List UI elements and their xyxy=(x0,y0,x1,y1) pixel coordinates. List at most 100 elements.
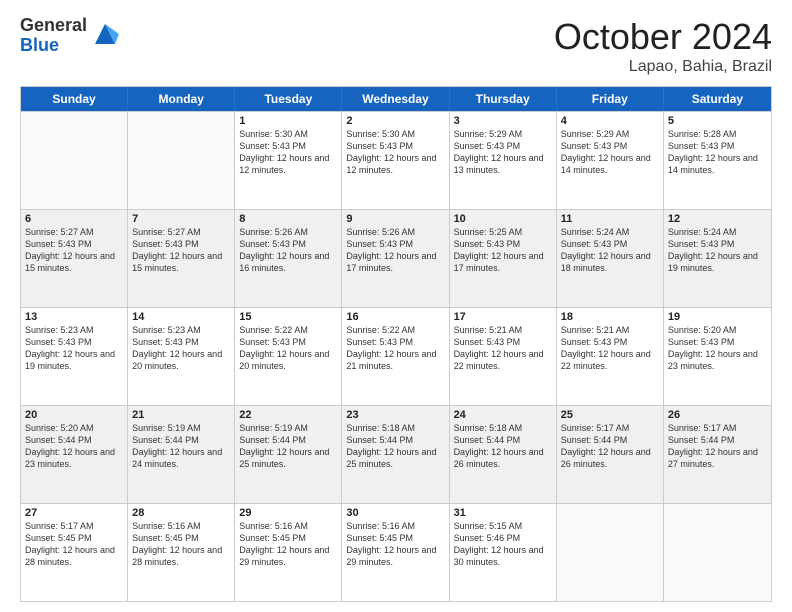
cal-cell: 28Sunrise: 5:16 AM Sunset: 5:45 PM Dayli… xyxy=(128,504,235,601)
logo: General Blue xyxy=(20,16,119,56)
day-info: Sunrise: 5:18 AM Sunset: 5:44 PM Dayligh… xyxy=(346,422,444,471)
cal-cell: 11Sunrise: 5:24 AM Sunset: 5:43 PM Dayli… xyxy=(557,210,664,307)
cal-cell: 4Sunrise: 5:29 AM Sunset: 5:43 PM Daylig… xyxy=(557,112,664,209)
day-number: 8 xyxy=(239,213,337,225)
day-info: Sunrise: 5:21 AM Sunset: 5:43 PM Dayligh… xyxy=(454,324,552,373)
day-number: 17 xyxy=(454,311,552,323)
cal-header-cell: Saturday xyxy=(664,87,771,111)
calendar-header: SundayMondayTuesdayWednesdayThursdayFrid… xyxy=(21,87,771,111)
cal-header-cell: Tuesday xyxy=(235,87,342,111)
cal-cell: 18Sunrise: 5:21 AM Sunset: 5:43 PM Dayli… xyxy=(557,308,664,405)
day-number: 25 xyxy=(561,409,659,421)
day-number: 4 xyxy=(561,115,659,127)
day-info: Sunrise: 5:17 AM Sunset: 5:45 PM Dayligh… xyxy=(25,520,123,569)
day-number: 22 xyxy=(239,409,337,421)
cal-week: 6Sunrise: 5:27 AM Sunset: 5:43 PM Daylig… xyxy=(21,209,771,307)
day-info: Sunrise: 5:15 AM Sunset: 5:46 PM Dayligh… xyxy=(454,520,552,569)
day-number: 10 xyxy=(454,213,552,225)
cal-cell: 19Sunrise: 5:20 AM Sunset: 5:43 PM Dayli… xyxy=(664,308,771,405)
day-info: Sunrise: 5:27 AM Sunset: 5:43 PM Dayligh… xyxy=(25,226,123,275)
day-info: Sunrise: 5:29 AM Sunset: 5:43 PM Dayligh… xyxy=(561,128,659,177)
day-info: Sunrise: 5:24 AM Sunset: 5:43 PM Dayligh… xyxy=(668,226,767,275)
day-info: Sunrise: 5:23 AM Sunset: 5:43 PM Dayligh… xyxy=(132,324,230,373)
day-info: Sunrise: 5:23 AM Sunset: 5:43 PM Dayligh… xyxy=(25,324,123,373)
day-number: 18 xyxy=(561,311,659,323)
day-info: Sunrise: 5:22 AM Sunset: 5:43 PM Dayligh… xyxy=(239,324,337,373)
cal-header-cell: Friday xyxy=(557,87,664,111)
day-number: 1 xyxy=(239,115,337,127)
cal-cell: 15Sunrise: 5:22 AM Sunset: 5:43 PM Dayli… xyxy=(235,308,342,405)
day-info: Sunrise: 5:17 AM Sunset: 5:44 PM Dayligh… xyxy=(561,422,659,471)
day-number: 21 xyxy=(132,409,230,421)
day-info: Sunrise: 5:30 AM Sunset: 5:43 PM Dayligh… xyxy=(346,128,444,177)
calendar-body: 1 Sunrise: 5:30 AM Sunset: 5:43 PM Daylig… xyxy=(21,111,771,601)
day-number: 11 xyxy=(561,213,659,225)
cal-cell: 21Sunrise: 5:19 AM Sunset: 5:44 PM Dayli… xyxy=(128,406,235,503)
day-info: Sunrise: 5:28 AM Sunset: 5:43 PM Dayligh… xyxy=(668,128,767,177)
day-info: Sunrise: 5:20 AM Sunset: 5:44 PM Dayligh… xyxy=(25,422,123,471)
cal-cell: 20Sunrise: 5:20 AM Sunset: 5:44 PM Dayli… xyxy=(21,406,128,503)
title-section: October 2024 Lapao, Bahia, Brazil xyxy=(554,16,772,76)
cal-cell: 16Sunrise: 5:22 AM Sunset: 5:43 PM Dayli… xyxy=(342,308,449,405)
day-info: Sunrise: 5:26 AM Sunset: 5:43 PM Dayligh… xyxy=(239,226,337,275)
logo-general: General xyxy=(20,16,87,36)
day-info: Sunrise: 5:20 AM Sunset: 5:43 PM Dayligh… xyxy=(668,324,767,373)
day-info: Sunrise: 5:16 AM Sunset: 5:45 PM Dayligh… xyxy=(239,520,337,569)
day-number: 20 xyxy=(25,409,123,421)
logo-blue: Blue xyxy=(20,36,87,56)
cal-week: 27Sunrise: 5:17 AM Sunset: 5:45 PM Dayli… xyxy=(21,503,771,601)
day-number: 14 xyxy=(132,311,230,323)
day-info: Sunrise: 5:16 AM Sunset: 5:45 PM Dayligh… xyxy=(132,520,230,569)
cal-cell: 6Sunrise: 5:27 AM Sunset: 5:43 PM Daylig… xyxy=(21,210,128,307)
page: General Blue October 2024 Lapao, Bahia, … xyxy=(0,0,792,612)
day-number: 29 xyxy=(239,507,337,519)
day-number: 13 xyxy=(25,311,123,323)
day-number: 27 xyxy=(25,507,123,519)
cal-header-cell: Wednesday xyxy=(342,87,449,111)
day-info: Sunrise: 5:27 AM Sunset: 5:43 PM Dayligh… xyxy=(132,226,230,275)
day-number: 30 xyxy=(346,507,444,519)
day-number: 6 xyxy=(25,213,123,225)
day-info: Sunrise: 5:17 AM Sunset: 5:44 PM Dayligh… xyxy=(668,422,767,471)
day-number: 3 xyxy=(454,115,552,127)
day-info: Sunrise: 5:21 AM Sunset: 5:43 PM Dayligh… xyxy=(561,324,659,373)
cal-cell xyxy=(128,112,235,209)
day-number: 23 xyxy=(346,409,444,421)
day-number: 28 xyxy=(132,507,230,519)
day-info: Sunrise: 5:29 AM Sunset: 5:43 PM Dayligh… xyxy=(454,128,552,177)
day-info: Sunrise: 5:19 AM Sunset: 5:44 PM Dayligh… xyxy=(239,422,337,471)
day-number: 9 xyxy=(346,213,444,225)
day-info: Sunrise: 5:19 AM Sunset: 5:44 PM Dayligh… xyxy=(132,422,230,471)
day-number: 24 xyxy=(454,409,552,421)
cal-cell: 24Sunrise: 5:18 AM Sunset: 5:44 PM Dayli… xyxy=(450,406,557,503)
logo-icon xyxy=(91,20,119,48)
day-info: Sunrise: 5:22 AM Sunset: 5:43 PM Dayligh… xyxy=(346,324,444,373)
day-number: 16 xyxy=(346,311,444,323)
cal-cell: 1Sunrise: 5:30 AM Sunset: 5:43 PM Daylig… xyxy=(235,112,342,209)
cal-cell: 8Sunrise: 5:26 AM Sunset: 5:43 PM Daylig… xyxy=(235,210,342,307)
cal-cell: 26Sunrise: 5:17 AM Sunset: 5:44 PM Dayli… xyxy=(664,406,771,503)
cal-cell: 13Sunrise: 5:23 AM Sunset: 5:43 PM Dayli… xyxy=(21,308,128,405)
cal-cell: 23Sunrise: 5:18 AM Sunset: 5:44 PM Dayli… xyxy=(342,406,449,503)
day-number: 12 xyxy=(668,213,767,225)
cal-cell: 17Sunrise: 5:21 AM Sunset: 5:43 PM Dayli… xyxy=(450,308,557,405)
day-number: 19 xyxy=(668,311,767,323)
header: General Blue October 2024 Lapao, Bahia, … xyxy=(20,16,772,76)
day-number: 2 xyxy=(346,115,444,127)
cal-week: 13Sunrise: 5:23 AM Sunset: 5:43 PM Dayli… xyxy=(21,307,771,405)
cal-header-cell: Sunday xyxy=(21,87,128,111)
day-number: 7 xyxy=(132,213,230,225)
day-number: 5 xyxy=(668,115,767,127)
cal-cell: 10Sunrise: 5:25 AM Sunset: 5:43 PM Dayli… xyxy=(450,210,557,307)
cal-cell: 25Sunrise: 5:17 AM Sunset: 5:44 PM Dayli… xyxy=(557,406,664,503)
cal-cell: 12Sunrise: 5:24 AM Sunset: 5:43 PM Dayli… xyxy=(664,210,771,307)
cal-header-cell: Thursday xyxy=(450,87,557,111)
cal-cell: 9Sunrise: 5:26 AM Sunset: 5:43 PM Daylig… xyxy=(342,210,449,307)
cal-cell: 27Sunrise: 5:17 AM Sunset: 5:45 PM Dayli… xyxy=(21,504,128,601)
cal-week: 20Sunrise: 5:20 AM Sunset: 5:44 PM Dayli… xyxy=(21,405,771,503)
day-info: Sunrise: 5:24 AM Sunset: 5:43 PM Dayligh… xyxy=(561,226,659,275)
cal-cell: 22Sunrise: 5:19 AM Sunset: 5:44 PM Dayli… xyxy=(235,406,342,503)
cal-cell: 2Sunrise: 5:30 AM Sunset: 5:43 PM Daylig… xyxy=(342,112,449,209)
cal-cell: 3Sunrise: 5:29 AM Sunset: 5:43 PM Daylig… xyxy=(450,112,557,209)
cal-cell: 30Sunrise: 5:16 AM Sunset: 5:45 PM Dayli… xyxy=(342,504,449,601)
